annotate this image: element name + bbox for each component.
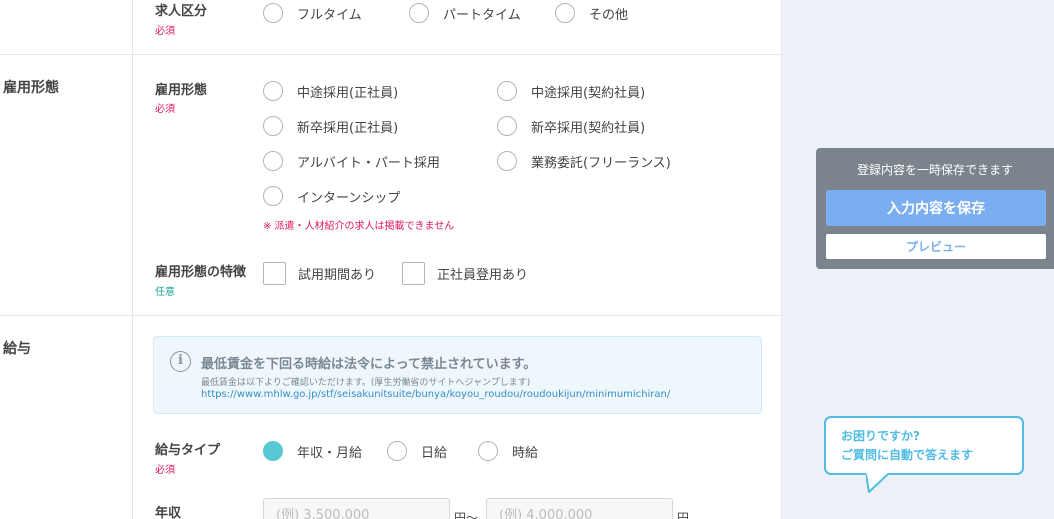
radio-label: アルバイト・パート採用: [297, 155, 440, 171]
checkbox-label: 試用期間あり: [298, 268, 377, 283]
radio-salary-daily[interactable]: 日給: [387, 441, 447, 461]
radio-circle[interactable]: [555, 3, 575, 23]
notice-subtext: 最低賃金は以下よりご確認いただけます。(厚生労働省のサイトへジャンプします): [201, 378, 531, 388]
radio-label: 新卒採用(正社員): [297, 120, 399, 136]
annual-salary-label: 年収: [155, 506, 182, 519]
radio-label: パートタイム: [443, 7, 521, 23]
radio-salary-hourly[interactable]: 時給: [478, 441, 538, 461]
temporary-save-panel: 登録内容を一時保存できます 入力内容を保存 プレビュー: [816, 148, 1054, 269]
preview-button[interactable]: プレビュー: [826, 234, 1046, 259]
annual-salary-min-input[interactable]: [263, 498, 450, 519]
radio-label: 時給: [512, 445, 539, 461]
info-icon: i: [170, 351, 191, 372]
radio-other[interactable]: その他: [555, 3, 628, 23]
save-panel-title: 登録内容を一時保存できます: [856, 163, 1013, 177]
radio-label: フルタイム: [297, 7, 362, 23]
salary-type-label: 給与タイプ: [155, 443, 221, 458]
label-column-divider: [132, 0, 133, 519]
radio-fulltime[interactable]: フルタイム: [263, 3, 362, 23]
radio-label: 日給: [421, 445, 448, 461]
radio-circle[interactable]: [497, 151, 517, 171]
radio-circle[interactable]: [263, 3, 283, 23]
radio-label: 中途採用(正社員): [297, 85, 399, 101]
save-button[interactable]: 入力内容を保存: [826, 190, 1046, 226]
required-badge: 必須: [155, 465, 175, 476]
radio-circle[interactable]: [263, 186, 283, 206]
radio-circle-checked[interactable]: [263, 441, 283, 461]
radio-freelance[interactable]: 業務委託(フリーランス): [497, 151, 671, 171]
radio-circle[interactable]: [409, 3, 429, 23]
radio-circle[interactable]: [263, 116, 283, 136]
notice-title: 最低賃金を下回る時給は法令によって禁止されています。: [201, 357, 537, 372]
checkbox-box[interactable]: [402, 262, 425, 285]
job-form-panel: 求人区分 必須 フルタイム パートタイム その他 雇用形態 雇用形態 必須 中途…: [0, 0, 782, 519]
radio-circle[interactable]: [478, 441, 498, 461]
radio-label: インターンシップ: [297, 190, 401, 206]
minimum-wage-notice: i 最低賃金を下回る時給は法令によって禁止されています。 最低賃金は以下よりご確…: [153, 336, 762, 414]
job-category-label: 求人区分: [155, 4, 208, 19]
required-badge: 必須: [155, 104, 175, 115]
radio-newgrad-contract[interactable]: 新卒採用(契約社員): [497, 116, 645, 136]
yen-unit: 円: [677, 511, 690, 519]
radio-circle[interactable]: [263, 151, 283, 171]
annual-salary-max-input[interactable]: [486, 498, 673, 519]
checkbox-box[interactable]: [263, 262, 286, 285]
checkbox-regular-promotion[interactable]: 正社員登用あり: [402, 262, 528, 285]
radio-label: 新卒採用(契約社員): [531, 120, 646, 136]
radio-internship[interactable]: インターンシップ: [263, 186, 400, 206]
checkbox-label: 正社員登用あり: [437, 268, 529, 283]
radio-circle[interactable]: [497, 116, 517, 136]
radio-midcareer-fulltime[interactable]: 中途採用(正社員): [263, 81, 398, 101]
employment-section-title: 雇用形態: [3, 80, 59, 96]
salary-section-title: 給与: [3, 341, 31, 357]
checkbox-trial-period[interactable]: 試用期間あり: [263, 262, 376, 285]
radio-newgrad-fulltime[interactable]: 新卒採用(正社員): [263, 116, 398, 136]
radio-label: 年収・月給: [297, 445, 363, 461]
minimum-wage-link[interactable]: https://www.mhlw.go.jp/stf/seisakunitsui…: [201, 389, 670, 400]
help-line-1: お困りですか?: [841, 429, 920, 443]
employment-feature-label: 雇用形態の特徴: [155, 265, 247, 280]
section-divider: [0, 54, 782, 55]
radio-parttime-job[interactable]: アルバイト・パート採用: [263, 151, 440, 171]
employment-type-label: 雇用形態: [155, 83, 208, 98]
dispatch-warning: ※ 派遣・人材紹介の求人は掲載できません: [263, 221, 455, 232]
help-chat-bubble[interactable]: お困りですか? ご質問に自動で答えます: [824, 416, 1024, 475]
section-divider: [0, 315, 782, 316]
help-line-2: ご質問に自動で答えます: [841, 448, 974, 462]
bubble-tail-icon: [866, 473, 889, 493]
yen-range-unit: 円〜: [454, 511, 479, 519]
radio-label: 業務委託(フリーランス): [531, 155, 671, 171]
radio-salary-annual-monthly[interactable]: 年収・月給: [263, 441, 362, 461]
radio-label: その他: [589, 7, 629, 23]
radio-circle[interactable]: [263, 81, 283, 101]
radio-parttime[interactable]: パートタイム: [409, 3, 521, 23]
radio-circle[interactable]: [387, 441, 407, 461]
radio-circle[interactable]: [497, 81, 517, 101]
optional-badge: 任意: [155, 287, 175, 298]
required-badge: 必須: [155, 26, 175, 37]
radio-midcareer-contract[interactable]: 中途採用(契約社員): [497, 81, 645, 101]
radio-label: 中途採用(契約社員): [531, 85, 646, 101]
